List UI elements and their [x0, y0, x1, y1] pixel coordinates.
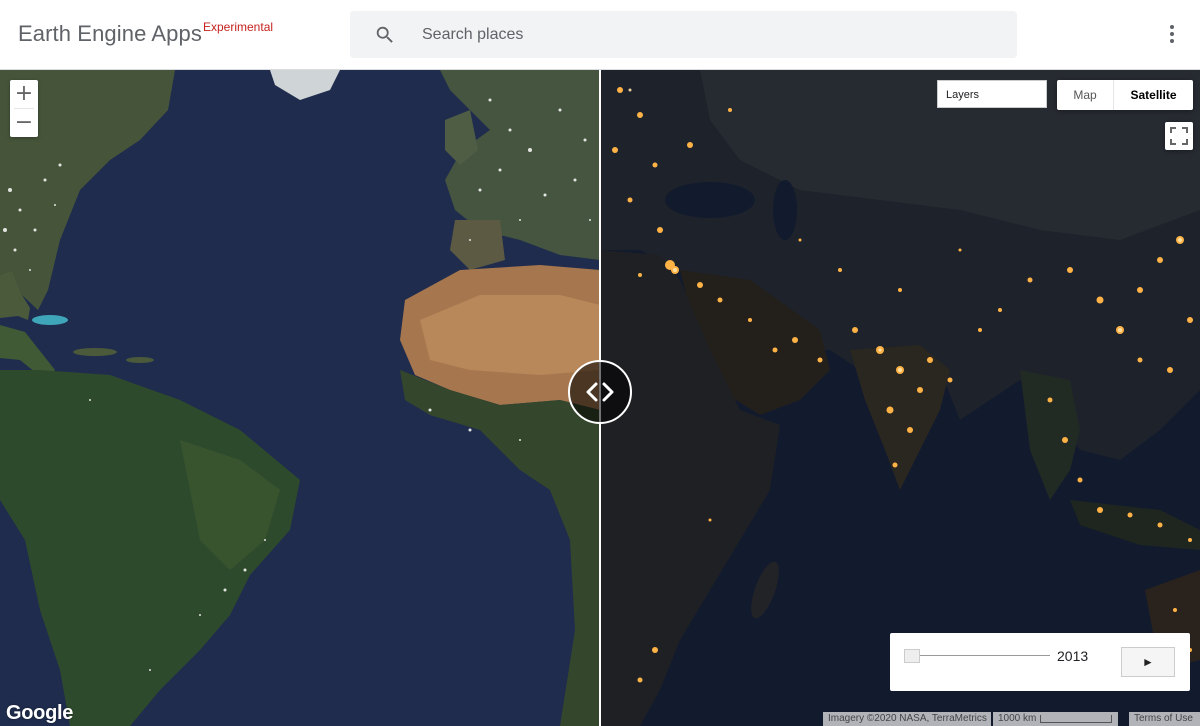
time-control-panel: 2013 ► — [890, 633, 1190, 691]
year-slider-thumb[interactable] — [904, 649, 920, 663]
map-pane-right[interactable] — [600, 70, 1200, 726]
map-type-control: Map Satellite — [1057, 80, 1193, 110]
zoom-out-button[interactable]: − — [10, 109, 38, 137]
search-icon — [376, 26, 393, 43]
night-lights-imagery — [600, 70, 1200, 726]
satellite-imagery-day — [0, 70, 600, 726]
zoom-control: + − — [10, 80, 38, 137]
experimental-badge: Experimental — [203, 20, 274, 34]
layers-select[interactable]: Layers — [937, 80, 1047, 108]
map-pane-left[interactable] — [0, 70, 600, 726]
year-label: 2013 — [1057, 648, 1089, 664]
terms-of-use-link[interactable]: Terms of Use — [1129, 712, 1200, 726]
scale-bar — [1040, 715, 1112, 723]
search-input[interactable] — [422, 11, 1002, 58]
split-handle[interactable] — [568, 360, 632, 424]
map-type-map-button[interactable]: Map — [1057, 80, 1114, 110]
split-arrows-icon — [586, 382, 614, 402]
year-slider-track[interactable] — [910, 655, 1050, 656]
scale-label: 1000 km — [998, 713, 1037, 724]
fullscreen-icon — [1170, 127, 1188, 145]
scale-control[interactable]: 1000 km — [993, 712, 1118, 726]
fullscreen-button[interactable] — [1165, 122, 1193, 150]
app-title: Earth Engine Apps — [18, 21, 202, 46]
app-header: Earth Engine Apps Experimental — [0, 0, 1200, 70]
search-box[interactable] — [350, 11, 1017, 58]
zoom-in-button[interactable]: + — [10, 80, 38, 108]
map-type-satellite-button[interactable]: Satellite — [1114, 80, 1193, 110]
google-logo: Google — [6, 702, 74, 724]
more-vert-icon[interactable] — [1160, 22, 1184, 46]
map-view[interactable]: + − Layers Map Satellite 2013 ► Google I… — [0, 70, 1200, 726]
play-button[interactable]: ► — [1121, 647, 1175, 677]
imagery-attribution: Imagery ©2020 NASA, TerraMetrics — [823, 712, 991, 726]
